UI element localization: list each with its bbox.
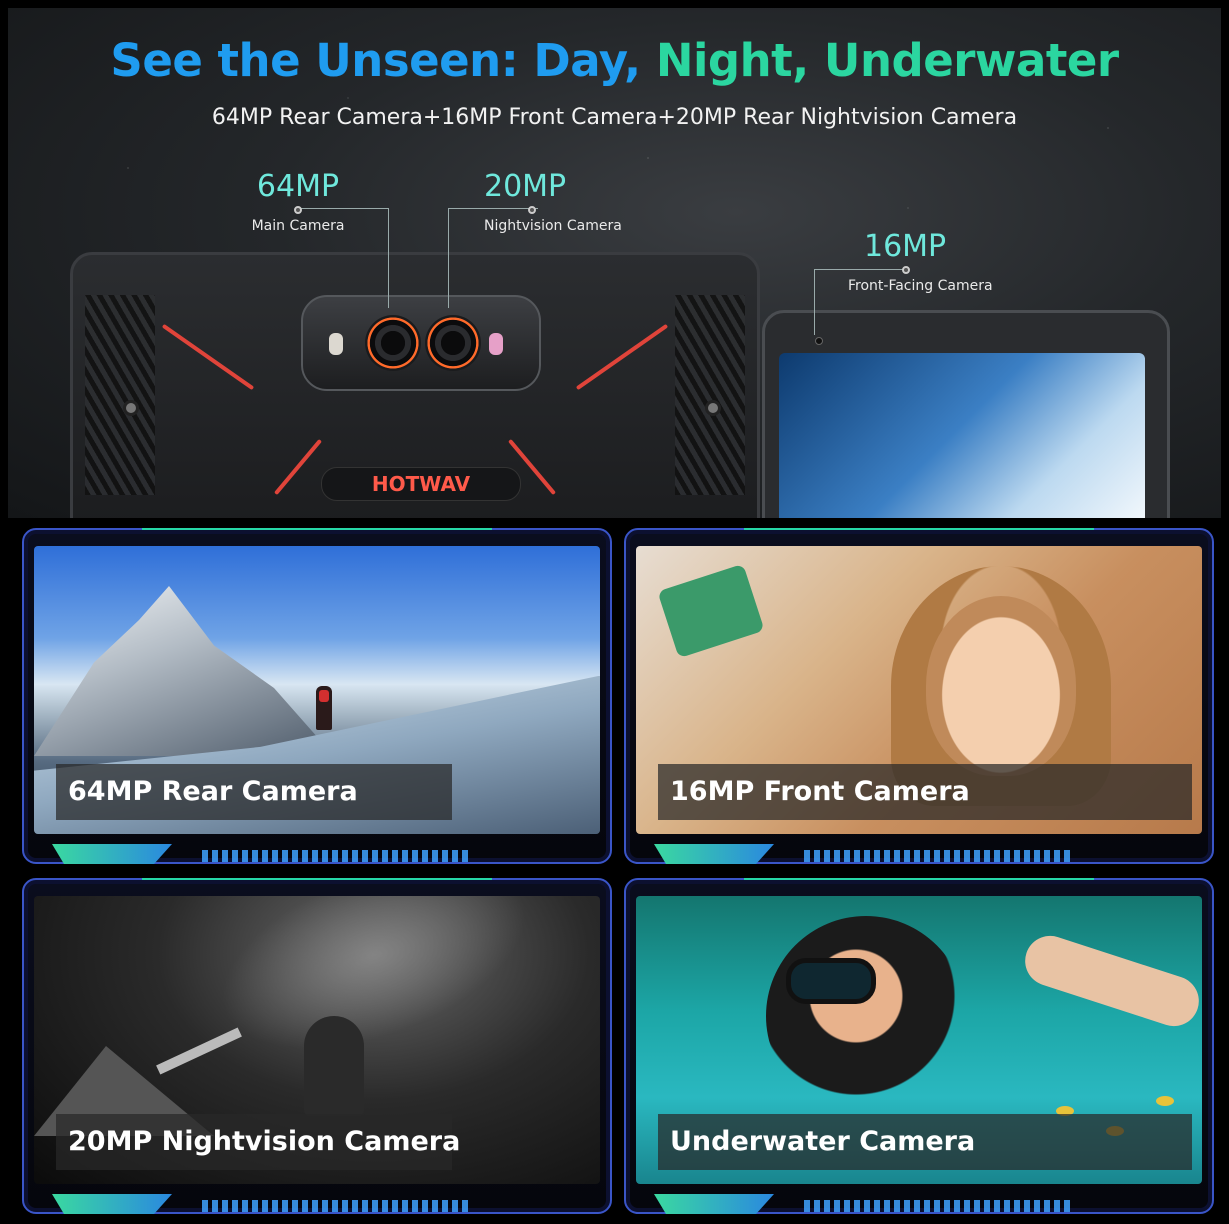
tile-caption: Underwater Camera (658, 1114, 1192, 1170)
tile-nightvision-camera: 20MP Nightvision Camera (22, 878, 612, 1214)
frame-accent (52, 1194, 172, 1214)
frame-bar (202, 1200, 472, 1212)
frame-bar (804, 1200, 1074, 1212)
screw-icon (705, 400, 721, 416)
accent-stripe (273, 438, 323, 496)
face (926, 596, 1076, 776)
ir-light-icon (489, 333, 503, 355)
callout-mp: 20MP (484, 169, 567, 204)
callout-dot (294, 206, 302, 214)
outstretched-arm (1018, 929, 1202, 1033)
tablet-front-render (762, 310, 1170, 518)
frame-accent (744, 878, 1094, 880)
tile-underwater-camera: Underwater Camera (624, 878, 1214, 1214)
brand-logo: HOTWAV (321, 467, 521, 501)
flash-icon (329, 333, 343, 355)
callout-mp: 64MP (256, 169, 340, 204)
callout-label: Front-Facing Camera (848, 278, 993, 294)
screw-icon (123, 400, 139, 416)
rear-camera-module (301, 295, 541, 391)
frame-accent (142, 528, 492, 530)
telescope (156, 1027, 242, 1075)
diver (766, 916, 966, 1116)
callout-mp: 16MP (864, 229, 947, 264)
frame-bar (202, 850, 472, 862)
tile-rear-camera: 64MP Rear Camera (22, 528, 612, 864)
frame-accent (142, 878, 492, 880)
tablet-screen-snowboarder-image (779, 353, 1145, 518)
callout-dot (528, 206, 536, 214)
seated-person (304, 1016, 364, 1116)
tile-caption: 64MP Rear Camera (56, 764, 452, 820)
frame-accent (52, 844, 172, 864)
accent-stripe (575, 323, 669, 391)
fish (1156, 1096, 1174, 1106)
headline-part-green: Night, Underwater (655, 34, 1119, 87)
hero-subline: 64MP Rear Camera+16MP Front Camera+20MP … (211, 105, 1018, 130)
callout-label: Main Camera (251, 218, 345, 234)
accent-stripe (161, 323, 255, 391)
green-pillow (657, 563, 765, 659)
tile-caption: 16MP Front Camera (658, 764, 1192, 820)
callout-dot (902, 266, 910, 274)
callout-nightvision-camera: 20MP Nightvision Camera (484, 169, 622, 235)
diving-mask (786, 958, 876, 1004)
tile-front-camera: 16MP Front Camera (624, 528, 1214, 864)
nightvision-camera-lens (425, 315, 481, 371)
hiker-figure (316, 686, 332, 730)
right-grill (675, 295, 745, 495)
callout-main-camera: 64MP Main Camera (238, 169, 358, 235)
headline-part-blue: See the Unseen: Day, (110, 34, 641, 87)
hero-headline: See the Unseen: Day, Night, Underwater (8, 34, 1221, 87)
callout-front-camera: 16MP Front-Facing Camera (848, 229, 1028, 295)
main-camera-lens (365, 315, 421, 371)
left-grill (85, 295, 155, 495)
callout-label: Nightvision Camera (484, 218, 622, 234)
backpack (319, 690, 329, 702)
frame-accent (654, 844, 774, 864)
front-camera-dot (815, 337, 823, 345)
milky-way (196, 896, 552, 1086)
frame-accent (654, 1194, 774, 1214)
hero-banner: See the Unseen: Day, Night, Underwater 6… (8, 8, 1221, 518)
tablet-back-render: HOTWAV (70, 252, 760, 518)
mountain-peak (34, 586, 334, 756)
frame-bar (804, 850, 1074, 862)
tile-caption: 20MP Nightvision Camera (56, 1114, 460, 1170)
frame-accent (744, 528, 1094, 530)
